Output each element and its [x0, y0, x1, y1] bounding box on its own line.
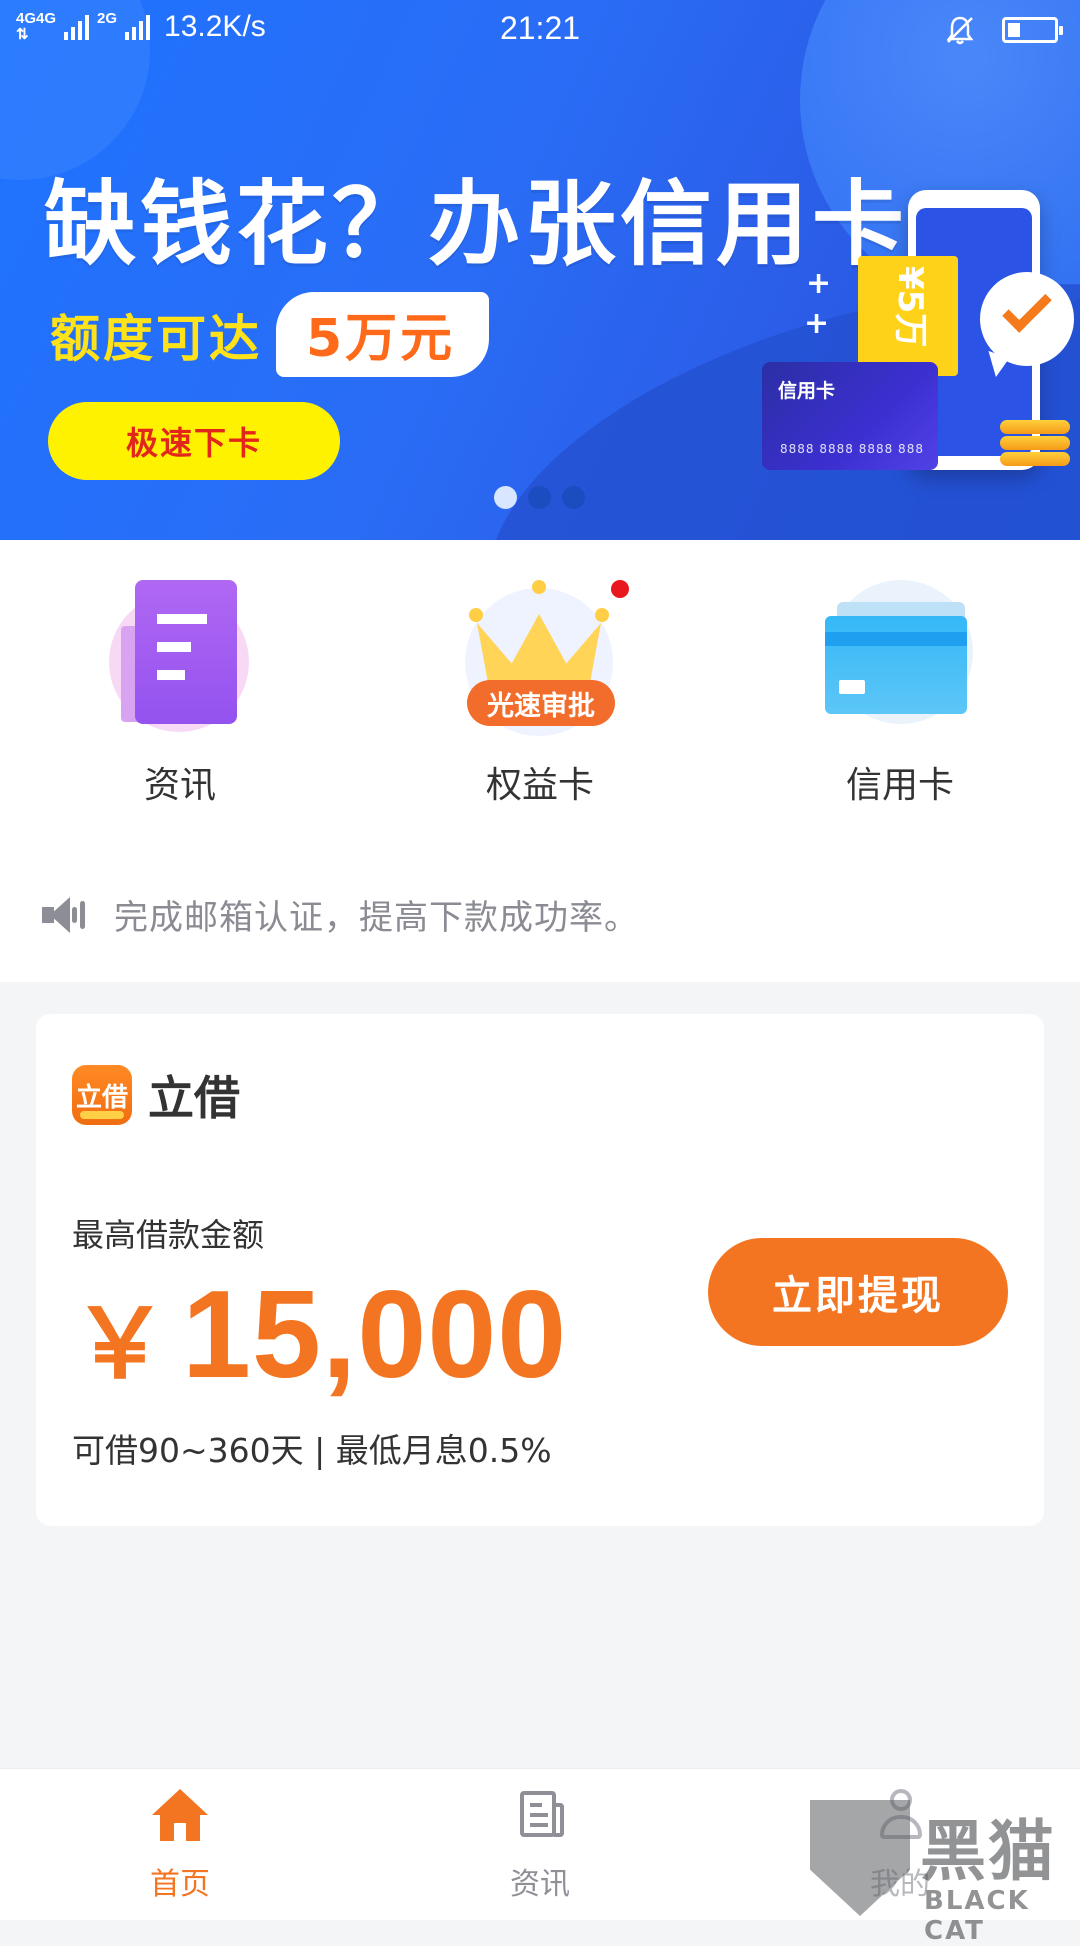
banner-headline: 缺钱花？办张信用卡 — [44, 171, 909, 278]
promo-banner[interactable]: 4G4G ⇅ 2G 13.2K/s 21:21 缺钱花？办张信用卡 额度可达 5万… — [0, 0, 1080, 540]
quick-entry-label: 资讯 — [143, 765, 216, 806]
watermark-text: BLACK CAT — [924, 1886, 1030, 1946]
card-title: 信用卡 — [778, 380, 836, 402]
max-amount: ￥ 15,000 — [72, 1264, 567, 1406]
quick-entry-section: 资讯 光速审批 权益卡 信用卡 完成邮箱认证，提高下款成功率。 — [0, 540, 1080, 982]
fast-card-button[interactable]: 极速下卡 — [48, 402, 340, 480]
fast-approval-badge: 光速审批 — [467, 680, 615, 726]
limit-label: 额度可达 — [50, 309, 262, 368]
quick-entry-news[interactable]: 资讯 — [70, 580, 290, 808]
battery-icon — [1002, 17, 1063, 43]
speaker-icon — [42, 895, 86, 935]
tab-home[interactable]: 首页 — [80, 1789, 280, 1903]
cat-shield-icon — [810, 1800, 910, 1916]
status-right — [944, 14, 1063, 46]
credit-card-icon — [825, 580, 975, 730]
credit-card-illustration: 信用卡 8888 8888 8888 888 — [762, 362, 938, 470]
tab-label: 资讯 — [510, 1867, 570, 1902]
notice-text: 完成邮箱认证，提高下款成功率。 — [114, 898, 639, 938]
quick-entry-label: 权益卡 — [485, 765, 594, 806]
tab-label: 首页 — [150, 1867, 210, 1902]
withdraw-now-button[interactable]: 立即提现 — [708, 1238, 1008, 1346]
carousel-dot[interactable] — [562, 486, 585, 509]
product-brand: 立借 立借 — [72, 1062, 240, 1128]
tab-news[interactable]: 资讯 — [440, 1789, 640, 1903]
home-icon — [150, 1789, 210, 1845]
quick-entry-benefit-card[interactable]: 光速审批 权益卡 — [430, 580, 650, 808]
coins-illustration — [1000, 418, 1070, 466]
product-logo: 立借 — [72, 1065, 132, 1125]
currency-symbol: ￥ — [72, 1291, 168, 1398]
product-name: 立借 — [148, 1071, 240, 1125]
banner-subline: 额度可达 5万元 — [50, 292, 490, 377]
ticket-text: ¥5万 — [890, 266, 930, 348]
quick-entry-label: 信用卡 — [845, 765, 954, 806]
carousel-dot[interactable] — [528, 486, 551, 509]
document-icon — [105, 580, 255, 732]
limit-amount: 5万元 — [276, 292, 490, 377]
clock: 21:21 — [499, 10, 581, 46]
loan-product-card[interactable]: 立借 立借 最高借款金额 ￥ 15,000 可借90~360天 | 最低月息0.… — [36, 1014, 1044, 1526]
bell-muted-icon — [946, 16, 974, 45]
carousel-dot[interactable] — [494, 486, 517, 509]
loan-terms: 可借90~360天 | 最低月息0.5% — [72, 1431, 552, 1470]
quick-entry-credit-card[interactable]: 信用卡 — [790, 580, 1010, 808]
sparkle-icon: + — [804, 306, 830, 341]
card-number: 8888 8888 8888 888 — [780, 442, 924, 456]
carousel-dots — [494, 486, 585, 509]
max-amount-label: 最高借款金额 — [72, 1216, 265, 1254]
watermark-text: 黑猫 — [920, 1813, 1056, 1890]
news-icon — [510, 1789, 570, 1845]
notice-bar[interactable]: 完成邮箱认证，提高下款成功率。 — [42, 890, 639, 939]
sparkle-icon: + — [806, 266, 832, 301]
notification-dot — [611, 580, 629, 598]
crown-icon: 光速审批 — [465, 580, 629, 736]
amount-value: 15,000 — [182, 1266, 568, 1404]
blackcat-watermark: 黑猫 BLACK CAT — [808, 1796, 1078, 1946]
status-bar: 4G4G ⇅ 2G 13.2K/s 21:21 — [0, 0, 1080, 58]
ticket-illustration: ¥5万 — [858, 256, 958, 376]
